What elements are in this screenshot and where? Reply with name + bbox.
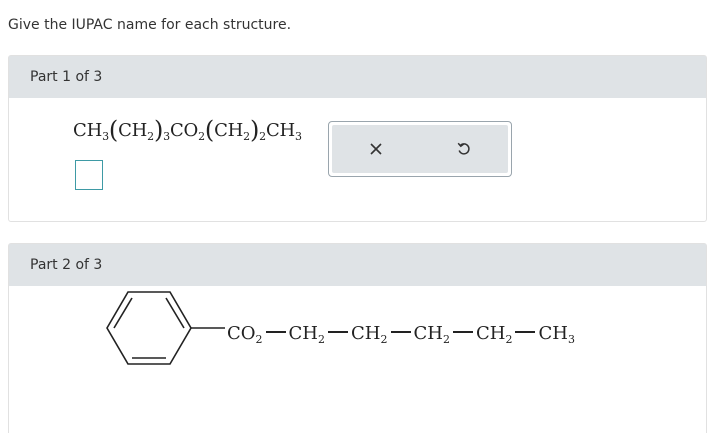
clear-button[interactable] bbox=[361, 134, 391, 164]
chain-group: CH2 bbox=[414, 323, 450, 346]
part-2-header: Part 2 of 3 bbox=[9, 244, 706, 286]
formula-text: CH bbox=[214, 120, 244, 141]
chain-group: CH2 bbox=[476, 323, 512, 346]
chain-group: CH2 bbox=[289, 323, 325, 346]
formula-paren: ( bbox=[204, 116, 215, 144]
part-1-formula: CH3(CH2)3CO2(CH2)2CH3 bbox=[73, 116, 302, 144]
answer-tools-bar bbox=[332, 125, 508, 173]
formula-subscript: 2 bbox=[198, 130, 205, 143]
formula-subscript: 2 bbox=[243, 130, 250, 143]
answer-tools-panel bbox=[328, 121, 512, 177]
formula-text: CH bbox=[118, 120, 148, 141]
undo-button[interactable] bbox=[449, 134, 479, 164]
undo-icon bbox=[457, 142, 470, 155]
formula-subscript: 3 bbox=[295, 130, 302, 143]
single-bond bbox=[265, 331, 286, 333]
formula-subscript: 3 bbox=[163, 130, 170, 143]
question-instruction: Give the IUPAC name for each structure. bbox=[8, 17, 292, 33]
single-bond bbox=[452, 331, 473, 333]
single-bond bbox=[515, 331, 536, 333]
chain-group-atoms: CH bbox=[288, 323, 319, 344]
chain-group-atoms: CH bbox=[538, 323, 568, 344]
single-bond bbox=[328, 331, 349, 333]
formula-subscript: 3 bbox=[102, 130, 109, 143]
formula-subscript: 2 bbox=[147, 130, 154, 143]
chain-group-subscript: 2 bbox=[380, 333, 388, 346]
chain-group: CH2 bbox=[351, 323, 387, 346]
chain-group-atoms: CH bbox=[475, 323, 506, 344]
formula-paren: ) bbox=[249, 116, 260, 144]
ester-chain: CO2 CH2 CH2 CH2 CH2 CH3 bbox=[227, 323, 575, 346]
close-icon bbox=[370, 143, 382, 155]
formula-paren: ( bbox=[108, 116, 119, 144]
answer-input[interactable] bbox=[75, 160, 103, 190]
chain-group-atoms: CO bbox=[227, 323, 256, 344]
formula-paren: ) bbox=[153, 116, 164, 144]
part-2-panel: Part 2 of 3 CO2 CH2 CH2 CH2 CH2 CH3 bbox=[8, 243, 707, 433]
chain-group-subscript: 2 bbox=[505, 333, 513, 346]
chain-group: CO2 bbox=[227, 323, 263, 346]
part-1-panel: Part 1 of 3 CH3(CH2)3CO2(CH2)2CH3 bbox=[8, 55, 707, 222]
chain-group: CH3 bbox=[538, 323, 574, 346]
part-1-header: Part 1 of 3 bbox=[9, 56, 706, 98]
chain-group-subscript: 2 bbox=[442, 333, 450, 346]
chain-group-atoms: CH bbox=[413, 323, 443, 344]
single-bond bbox=[390, 331, 411, 333]
chain-group-subscript: 2 bbox=[318, 333, 326, 346]
chain-group-subscript: 3 bbox=[567, 333, 575, 346]
formula-text: CH bbox=[73, 120, 103, 141]
formula-text: CH bbox=[265, 120, 296, 141]
chain-group-atoms: CH bbox=[351, 323, 381, 344]
chain-group-subscript: 2 bbox=[255, 333, 263, 346]
benzene-ring-structure bbox=[106, 291, 225, 365]
formula-text: CO bbox=[169, 120, 199, 141]
formula-subscript: 2 bbox=[259, 130, 266, 143]
